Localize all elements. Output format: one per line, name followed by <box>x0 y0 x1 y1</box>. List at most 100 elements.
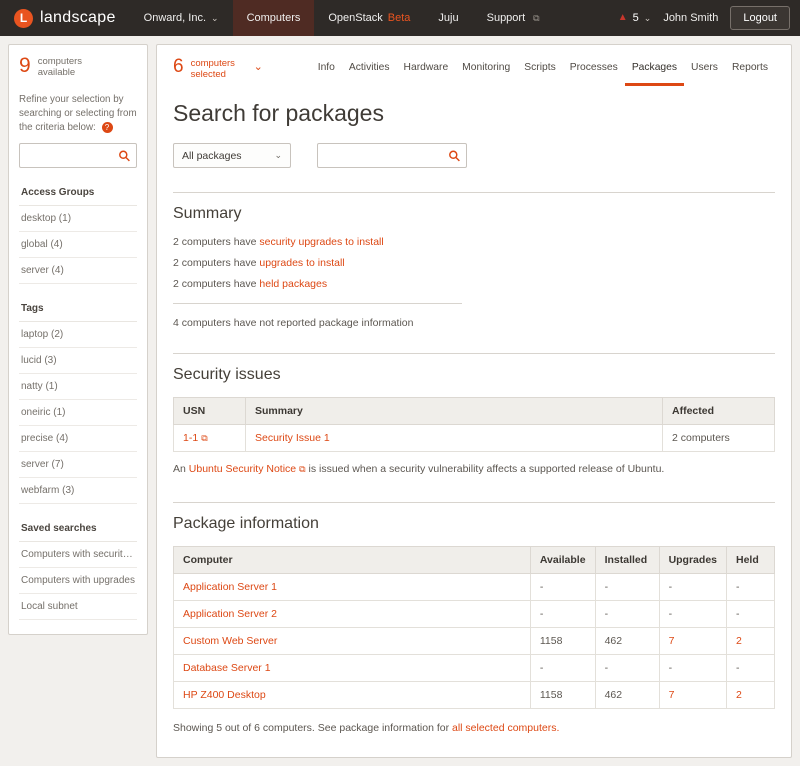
chevron-down-icon: ⌄ <box>274 150 282 161</box>
tab-hardware[interactable]: Hardware <box>397 57 456 86</box>
tab-processes[interactable]: Processes <box>563 57 625 86</box>
sidebar-item-laptop[interactable]: laptop (2) <box>19 322 137 348</box>
held-count-link[interactable]: 2 <box>736 689 742 701</box>
alerts-dropdown[interactable]: ▲ 5 ⌄ <box>618 12 652 24</box>
nav-item-computers[interactable]: Computers <box>233 0 315 36</box>
available-cell: - <box>530 654 595 681</box>
usn-value: 1-1 <box>183 432 198 444</box>
table-header-row: USN Summary Affected <box>174 398 775 425</box>
tab-scripts[interactable]: Scripts <box>517 57 562 86</box>
brand-name: landscape <box>40 9 116 27</box>
nav-label: Computers <box>247 12 301 24</box>
computer-cell: Application Server 1 <box>174 573 531 600</box>
available-cell: 1158 <box>530 627 595 654</box>
package-information-title: Package information <box>173 515 775 533</box>
held-cell: - <box>727 600 775 627</box>
security-upgrades-link[interactable]: security upgrades to install <box>259 236 383 248</box>
computer-link[interactable]: Application Server 2 <box>183 608 277 620</box>
table-row: Database Server 1 - - - - <box>174 654 775 681</box>
user-name: John Smith <box>663 12 718 24</box>
affected-cell: 2 computers <box>663 425 775 452</box>
upgrades-cell: - <box>659 654 726 681</box>
sidebar-item-oneiric[interactable]: oneiric (1) <box>19 400 137 426</box>
external-link-icon: ⧉ <box>201 433 207 443</box>
held-cell: 2 <box>727 681 775 708</box>
select-value: All packages <box>182 150 242 162</box>
sidebar-item-natty[interactable]: natty (1) <box>19 374 137 400</box>
tab-bar: Info Activities Hardware Monitoring Scri… <box>311 57 775 86</box>
alert-triangle-icon: ▲ <box>618 13 628 23</box>
computer-link[interactable]: Database Server 1 <box>183 662 271 674</box>
tab-info[interactable]: Info <box>311 57 342 86</box>
sidebar-item-lucid[interactable]: lucid (3) <box>19 348 137 374</box>
sidebar-item-server-tag[interactable]: server (7) <box>19 452 137 478</box>
usn-cell: 1-1⧉ <box>174 425 246 452</box>
summary-cell: Security Issue 1 <box>246 425 663 452</box>
available-label: computers available <box>38 55 100 79</box>
available-computers: 9 computers available <box>19 55 137 79</box>
main-panel: 6 computers selected ⌄ Info Activities H… <box>156 44 792 758</box>
usn-link[interactable]: 1-1⧉ <box>183 432 208 444</box>
col-header-summary: Summary <box>246 398 663 425</box>
nav-item-openstack[interactable]: OpenStack Beta <box>314 0 424 36</box>
sidebar-section-access-groups: Access Groups desktop (1) global (4) ser… <box>19 180 137 284</box>
sidebar-item-desktop[interactable]: desktop (1) <box>19 206 137 232</box>
footer-prefix: Showing 5 out of 6 computers. See packag… <box>173 722 452 734</box>
installed-cell: 462 <box>595 681 659 708</box>
security-issues-table: USN Summary Affected 1-1⧉ Security Issue… <box>173 397 775 452</box>
logout-button[interactable]: Logout <box>730 6 790 30</box>
package-filter-select[interactable]: All packages ⌄ <box>173 143 291 168</box>
package-search-input[interactable] <box>317 143 467 168</box>
upgrades-cell: 7 <box>659 627 726 654</box>
tab-reports[interactable]: Reports <box>725 57 775 86</box>
all-selected-computers-link[interactable]: all selected computers. <box>452 722 559 734</box>
upgrades-count-link[interactable]: 7 <box>669 635 675 647</box>
sidebar-item-server-group[interactable]: server (4) <box>19 258 137 284</box>
sidebar-item-global[interactable]: global (4) <box>19 232 137 258</box>
chevron-down-icon: ⌄ <box>254 60 263 73</box>
computer-link[interactable]: Custom Web Server <box>183 635 277 647</box>
security-issue-link[interactable]: Security Issue 1 <box>255 432 330 444</box>
page-body: 9 computers available Refine your select… <box>0 36 800 766</box>
tab-packages[interactable]: Packages <box>625 57 684 86</box>
help-icon[interactable]: ? <box>102 122 113 133</box>
landscape-logo[interactable]: L landscape <box>0 0 130 36</box>
usn-explanation: An Ubuntu Security Notice⧉ is issued whe… <box>173 462 775 478</box>
sidebar-item-computers-with-upgrades[interactable]: Computers with upgrades <box>19 568 137 594</box>
computer-link[interactable]: HP Z400 Desktop <box>183 689 266 701</box>
available-cell: - <box>530 573 595 600</box>
installed-cell: - <box>595 600 659 627</box>
upgrades-link[interactable]: upgrades to install <box>259 257 344 269</box>
search-controls: All packages ⌄ <box>173 143 775 168</box>
search-icon <box>448 149 461 162</box>
top-bar-right: ▲ 5 ⌄ John Smith Logout <box>618 0 800 36</box>
sidebar-section-title: Tags <box>19 296 137 322</box>
nav-item-juju[interactable]: Juju <box>424 0 472 36</box>
tab-monitoring[interactable]: Monitoring <box>455 57 517 86</box>
sidebar-item-local-subnet[interactable]: Local subnet <box>19 594 137 620</box>
available-count: 9 <box>19 55 31 76</box>
upgrades-count-link[interactable]: 7 <box>669 689 675 701</box>
landscape-logo-icon: L <box>14 9 33 28</box>
sidebar-item-computers-with-security[interactable]: Computers with securit… <box>19 542 137 568</box>
not-reported-text: 4 computers have not reported package in… <box>173 317 775 329</box>
external-link-icon: ⧉ <box>533 13 539 24</box>
held-packages-link[interactable]: held packages <box>259 278 327 290</box>
tab-activities[interactable]: Activities <box>342 57 397 86</box>
computer-cell: Database Server 1 <box>174 654 531 681</box>
sidebar-section-saved-searches: Saved searches Computers with securit… C… <box>19 516 137 620</box>
table-row: Custom Web Server 1158 462 7 2 <box>174 627 775 654</box>
nav-item-account[interactable]: Onward, Inc. ⌄ <box>130 0 233 36</box>
sidebar-item-webfarm[interactable]: webfarm (3) <box>19 478 137 504</box>
tab-users[interactable]: Users <box>684 57 725 86</box>
sidebar-item-precise[interactable]: precise (4) <box>19 426 137 452</box>
held-cell: - <box>727 573 775 600</box>
table-row: 1-1⧉ Security Issue 1 2 computers <box>174 425 775 452</box>
held-count-link[interactable]: 2 <box>736 635 742 647</box>
upgrades-cell: - <box>659 573 726 600</box>
computer-link[interactable]: Application Server 1 <box>183 581 277 593</box>
col-header-installed: Installed <box>595 546 659 573</box>
nav-item-support[interactable]: Support ⧉ <box>473 0 554 36</box>
usn-info-link[interactable]: Ubuntu Security Notice⧉ <box>189 463 306 475</box>
selected-computers-dropdown[interactable]: 6 computers selected ⌄ <box>173 57 263 81</box>
